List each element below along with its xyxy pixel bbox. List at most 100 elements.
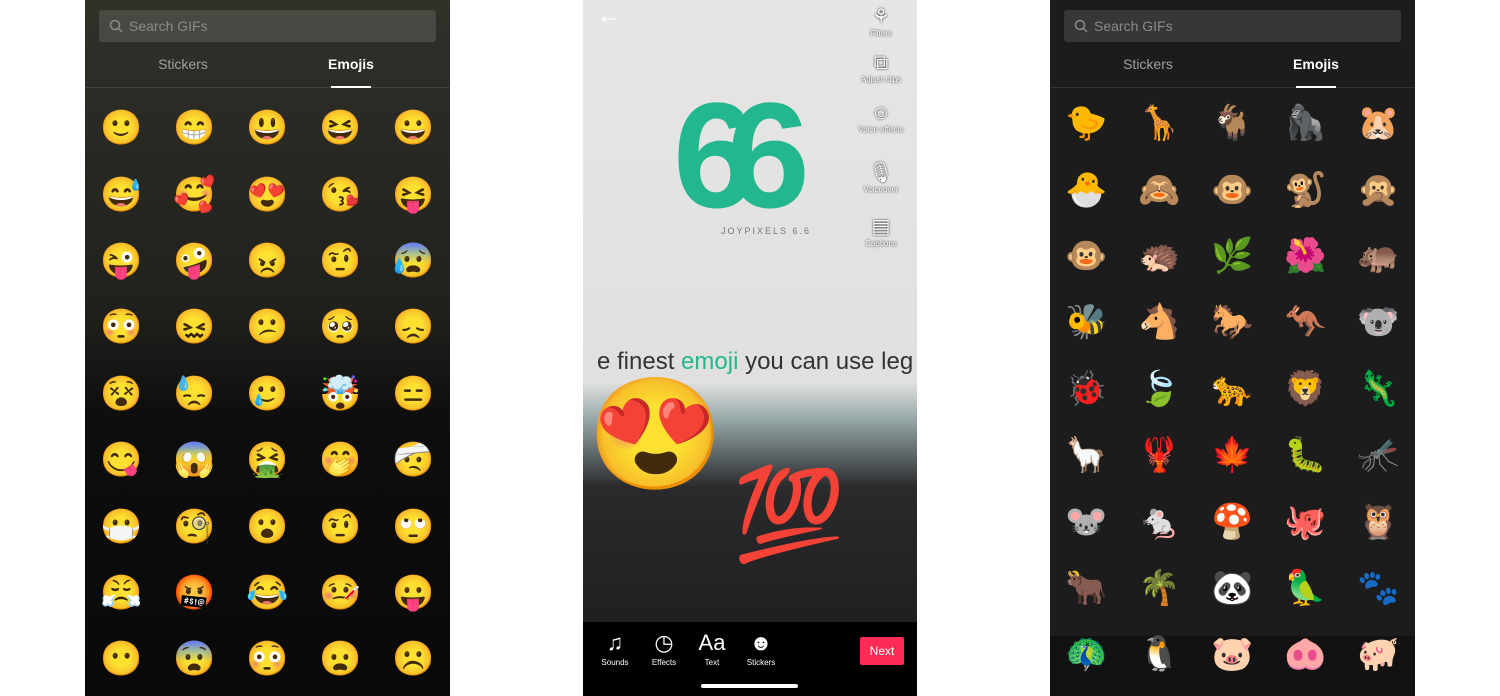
emoji-cell[interactable]: 🌿	[1196, 223, 1269, 289]
emoji-cell[interactable]: 😆	[304, 95, 377, 161]
emoji-cell[interactable]: 🦜	[1269, 555, 1342, 621]
emoji-cell[interactable]: 😶	[85, 626, 158, 692]
emoji-cell[interactable]: 🙂	[85, 95, 158, 161]
emoji-cell[interactable]: 🐝	[1050, 289, 1123, 355]
emoji-cell[interactable]: 😝	[377, 161, 450, 227]
emoji-cell[interactable]: 🐐	[1196, 90, 1269, 156]
emoji-cell[interactable]: 😷	[85, 493, 158, 559]
emoji-cell[interactable]: 😅	[85, 161, 158, 227]
emoji-cell[interactable]: 😳	[85, 294, 158, 360]
sticker-hundred[interactable]: 💯	[733, 470, 845, 560]
emoji-cell[interactable]: 🐭	[1050, 488, 1123, 554]
emoji-cell[interactable]: 🦉	[1342, 488, 1415, 554]
emoji-cell[interactable]: 🤮	[231, 427, 304, 493]
tab-emojis[interactable]: Emojis	[311, 56, 391, 88]
emoji-cell[interactable]: 🦞	[1123, 422, 1196, 488]
emoji-cell[interactable]: 🦔	[1123, 223, 1196, 289]
emoji-cell[interactable]: 🤪	[158, 228, 231, 294]
emoji-cell[interactable]: 🤯	[304, 361, 377, 427]
emoji-cell[interactable]: 🥺	[304, 294, 377, 360]
emoji-cell[interactable]: 😓	[158, 361, 231, 427]
emoji-cell[interactable]: ☹️	[377, 626, 450, 692]
emoji-cell[interactable]: 🤨	[304, 493, 377, 559]
emoji-cell[interactable]: 😠	[231, 228, 304, 294]
emoji-cell[interactable]: 😖	[158, 294, 231, 360]
tool-effects[interactable]: ◷ Effects	[639, 630, 689, 667]
emoji-cell[interactable]: 🐵	[1196, 156, 1269, 222]
emoji-cell[interactable]: 🐾	[1342, 555, 1415, 621]
emoji-cell[interactable]: 😋	[85, 427, 158, 493]
emoji-cell[interactable]: 🐆	[1196, 356, 1269, 422]
tab-stickers[interactable]: Stickers	[143, 56, 223, 72]
emoji-cell[interactable]: 🐙	[1269, 488, 1342, 554]
side-tool-voice-effects[interactable]: ☺ Voice effects	[851, 102, 911, 134]
emoji-cell[interactable]: 😞	[377, 294, 450, 360]
emoji-cell[interactable]: 🤭	[304, 427, 377, 493]
tool-text[interactable]: Aa Text	[687, 630, 737, 667]
emoji-cell[interactable]: 😦	[304, 626, 377, 692]
side-tool-voiceover[interactable]: 🎙 Voiceover	[851, 160, 911, 194]
next-button[interactable]: Next	[860, 637, 904, 665]
emoji-cell[interactable]: 🐂	[1050, 555, 1123, 621]
emoji-cell[interactable]: 🙄	[377, 493, 450, 559]
emoji-cell[interactable]: 🐨	[1342, 289, 1415, 355]
emoji-cell[interactable]: 🦙	[1050, 422, 1123, 488]
emoji-cell[interactable]: 🐤	[1050, 90, 1123, 156]
emoji-cell[interactable]: 🥲	[231, 361, 304, 427]
side-tool-adjust-clips[interactable]: ⧉ Adjust clips	[851, 52, 911, 84]
side-tool-captions[interactable]: ▤ Captions	[851, 214, 911, 248]
emoji-cell[interactable]: 😀	[377, 95, 450, 161]
emoji-cell[interactable]: 😕	[231, 294, 304, 360]
emoji-cell[interactable]: 🐧	[1123, 621, 1196, 687]
emoji-cell[interactable]: 🦒	[1123, 90, 1196, 156]
tool-sounds[interactable]: ♫ Sounds	[590, 630, 640, 667]
emoji-cell[interactable]: 🤬	[158, 560, 231, 626]
emoji-cell[interactable]: 🦟	[1342, 422, 1415, 488]
emoji-cell[interactable]: 🦘	[1269, 289, 1342, 355]
emoji-cell[interactable]: 🙊	[1342, 156, 1415, 222]
emoji-cell[interactable]: 😵	[85, 361, 158, 427]
emoji-cell[interactable]: 🦁	[1269, 356, 1342, 422]
emoji-cell[interactable]: 😜	[85, 228, 158, 294]
emoji-cell[interactable]: 🤒	[304, 560, 377, 626]
emoji-cell[interactable]: 🍁	[1196, 422, 1269, 488]
emoji-cell[interactable]: 🦛	[1342, 223, 1415, 289]
search-input[interactable]: Search GIFs	[99, 10, 436, 42]
emoji-cell[interactable]: 🦎	[1342, 356, 1415, 422]
tab-stickers[interactable]: Stickers	[1108, 56, 1188, 72]
emoji-cell[interactable]: 🥰	[158, 161, 231, 227]
emoji-cell[interactable]: 😍	[231, 161, 304, 227]
emoji-cell[interactable]: 😳	[231, 626, 304, 692]
emoji-cell[interactable]: 😁	[158, 95, 231, 161]
search-input[interactable]: Search GIFs	[1064, 10, 1401, 42]
emoji-cell[interactable]: 😂	[231, 560, 304, 626]
emoji-cell[interactable]: 🐖	[1342, 621, 1415, 687]
emoji-cell[interactable]: 😛	[377, 560, 450, 626]
emoji-cell[interactable]: 😱	[158, 427, 231, 493]
emoji-cell[interactable]: 🐵	[1050, 223, 1123, 289]
emoji-cell[interactable]: 🐴	[1123, 289, 1196, 355]
sticker-heart-eyes[interactable]: 😍	[587, 380, 724, 490]
emoji-cell[interactable]: 🧐	[158, 493, 231, 559]
emoji-cell[interactable]: 🙈	[1123, 156, 1196, 222]
emoji-cell[interactable]: 😮	[231, 493, 304, 559]
emoji-cell[interactable]: 🐎	[1196, 289, 1269, 355]
emoji-cell[interactable]: 😨	[158, 626, 231, 692]
emoji-cell[interactable]: 🌴	[1123, 555, 1196, 621]
emoji-cell[interactable]: 😃	[231, 95, 304, 161]
emoji-cell[interactable]: 😑	[377, 361, 450, 427]
emoji-cell[interactable]: 😤	[85, 560, 158, 626]
emoji-cell[interactable]: 🍃	[1123, 356, 1196, 422]
emoji-cell[interactable]: 🍄	[1196, 488, 1269, 554]
tool-stickers[interactable]: ☻ Stickers	[736, 630, 786, 667]
emoji-cell[interactable]: 🐒	[1269, 156, 1342, 222]
emoji-cell[interactable]: 🐛	[1269, 422, 1342, 488]
emoji-cell[interactable]: 🤕	[377, 427, 450, 493]
tab-emojis[interactable]: Emojis	[1276, 56, 1356, 88]
emoji-cell[interactable]: 🐼	[1196, 555, 1269, 621]
emoji-cell[interactable]: 😰	[377, 228, 450, 294]
emoji-cell[interactable]: 😘	[304, 161, 377, 227]
emoji-cell[interactable]: 🐹	[1342, 90, 1415, 156]
emoji-cell[interactable]: 🐷	[1196, 621, 1269, 687]
emoji-cell[interactable]: 🦍	[1269, 90, 1342, 156]
